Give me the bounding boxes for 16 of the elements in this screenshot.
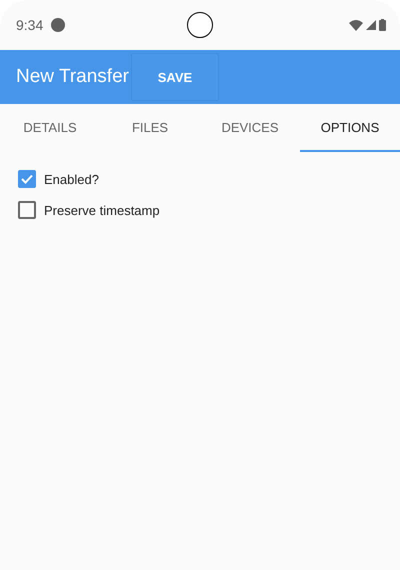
checkbox[interactable] bbox=[18, 170, 36, 188]
signal-icon bbox=[366, 20, 376, 30]
tab[interactable]: FILES bbox=[100, 104, 200, 152]
battery-icon bbox=[379, 19, 386, 31]
screen-title: New Transfer bbox=[16, 66, 129, 88]
camera-cutout-icon bbox=[187, 12, 213, 38]
wifi-icon bbox=[349, 20, 363, 30]
tab[interactable]: OPTIONS bbox=[300, 104, 400, 152]
notification-dot-icon bbox=[51, 18, 66, 32]
tab[interactable]: DETAILS bbox=[0, 104, 100, 152]
status-time: 9:34 bbox=[16, 17, 44, 33]
checkbox-label: Enabled? bbox=[44, 172, 99, 186]
tab[interactable]: DEVICES bbox=[200, 104, 300, 152]
checkbox-label: Preserve timestamp bbox=[44, 202, 160, 218]
checkbox[interactable] bbox=[18, 201, 36, 219]
save-button[interactable]: SAVE bbox=[132, 54, 218, 100]
